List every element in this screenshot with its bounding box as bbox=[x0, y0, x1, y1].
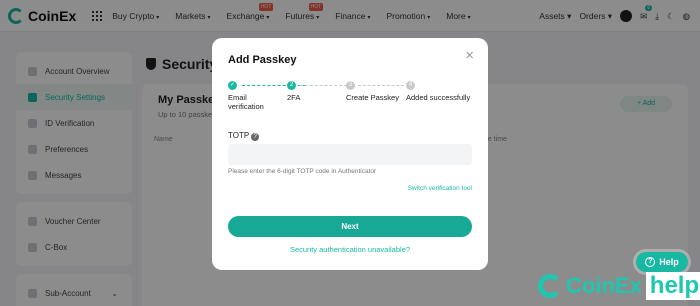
totp-input[interactable] bbox=[228, 144, 472, 165]
next-button[interactable]: Next bbox=[228, 216, 472, 237]
security-unavailable-link[interactable]: Security authentication unavailable? bbox=[212, 245, 488, 254]
totp-hint: Please enter the 6-digit TOTP code in Au… bbox=[228, 168, 377, 175]
modal-title: Add Passkey bbox=[228, 54, 297, 66]
step-label: Create Passkey bbox=[346, 93, 399, 102]
step-added-successfully: 4 Added successfully bbox=[406, 81, 470, 102]
stepper: ✓ Email verification 2 2FA 3 Create Pass… bbox=[228, 81, 478, 117]
step-number: 4 bbox=[406, 81, 415, 90]
step-number: 2 bbox=[287, 81, 296, 90]
step-label: Added successfully bbox=[406, 93, 471, 102]
switch-verification-tool-link[interactable]: Switch verification tool bbox=[408, 185, 472, 192]
step-label: Email verification bbox=[228, 93, 264, 111]
close-icon[interactable]: × bbox=[465, 47, 474, 64]
coinex-help-watermark: CoinEx help bbox=[538, 272, 700, 300]
step-2fa: 2 2FA bbox=[287, 81, 300, 102]
step-label: 2FA bbox=[287, 93, 301, 102]
coinex-logo-icon bbox=[538, 274, 562, 298]
step-number: 3 bbox=[346, 81, 355, 90]
step-create-passkey: 3 Create Passkey bbox=[346, 81, 399, 102]
check-icon: ✓ bbox=[228, 81, 237, 90]
help-question-icon[interactable]: ? bbox=[251, 133, 260, 141]
step-connector bbox=[300, 85, 352, 86]
step-email-verification: ✓ Email verification bbox=[228, 81, 276, 111]
totp-label: TOTP? bbox=[228, 131, 260, 141]
question-icon: ? bbox=[645, 257, 656, 267]
help-button[interactable]: ? Help bbox=[636, 252, 688, 272]
add-passkey-modal: Add Passkey × ✓ Email verification 2 2FA… bbox=[212, 38, 488, 270]
